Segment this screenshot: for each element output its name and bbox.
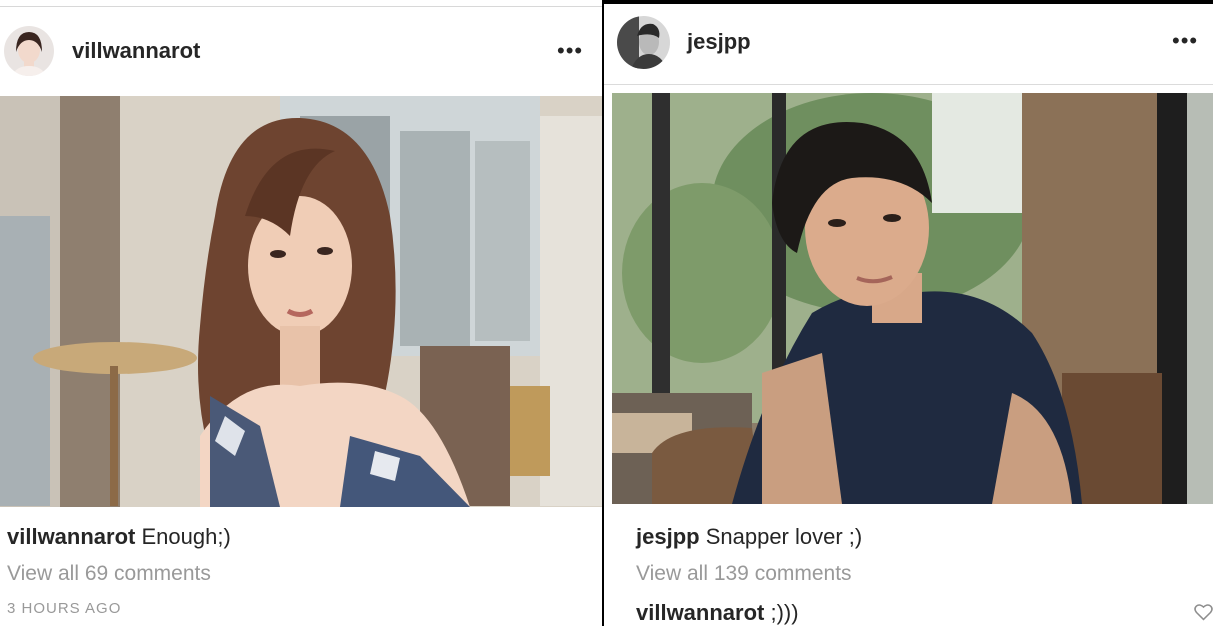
photo-image: [0, 96, 602, 507]
caption-text: Enough;): [141, 524, 231, 549]
divider: [604, 84, 1213, 85]
post-photo[interactable]: [0, 96, 602, 507]
divider: [0, 6, 602, 7]
photo-image: [612, 93, 1213, 504]
more-options-icon[interactable]: •••: [1172, 28, 1198, 54]
post-right: jesjpp ••• jesjpp Snapper lover ;) View …: [604, 0, 1213, 626]
heart-icon[interactable]: [1194, 604, 1213, 621]
caption-username[interactable]: jesjpp: [636, 524, 700, 549]
avatar-image: [617, 15, 670, 69]
view-all-comments-link[interactable]: View all 69 comments: [7, 562, 211, 586]
post-timestamp: 3 HOURS AGO: [7, 600, 122, 617]
post-photo[interactable]: [612, 93, 1213, 504]
comment-username[interactable]: villwannarot: [636, 600, 764, 625]
comment: villwannarot ;))): [636, 600, 799, 626]
caption-username[interactable]: villwannarot: [7, 524, 135, 549]
more-options-icon[interactable]: •••: [557, 38, 583, 64]
avatar[interactable]: [4, 26, 54, 76]
caption: jesjpp Snapper lover ;): [636, 524, 862, 550]
username[interactable]: jesjpp: [687, 29, 751, 55]
avatar[interactable]: [617, 15, 670, 69]
post-header: jesjpp: [604, 14, 1213, 70]
view-all-comments-link[interactable]: View all 139 comments: [636, 562, 852, 586]
caption: villwannarot Enough;): [7, 524, 231, 550]
comment-text: ;))): [770, 600, 799, 625]
post-header: villwannarot: [0, 22, 602, 80]
post-left: villwannarot ••• villwannarot Enough;) V…: [0, 0, 602, 626]
username[interactable]: villwannarot: [72, 38, 200, 64]
avatar-image: [4, 26, 54, 76]
divider: [604, 0, 1213, 4]
caption-text: Snapper lover ;): [705, 524, 863, 549]
